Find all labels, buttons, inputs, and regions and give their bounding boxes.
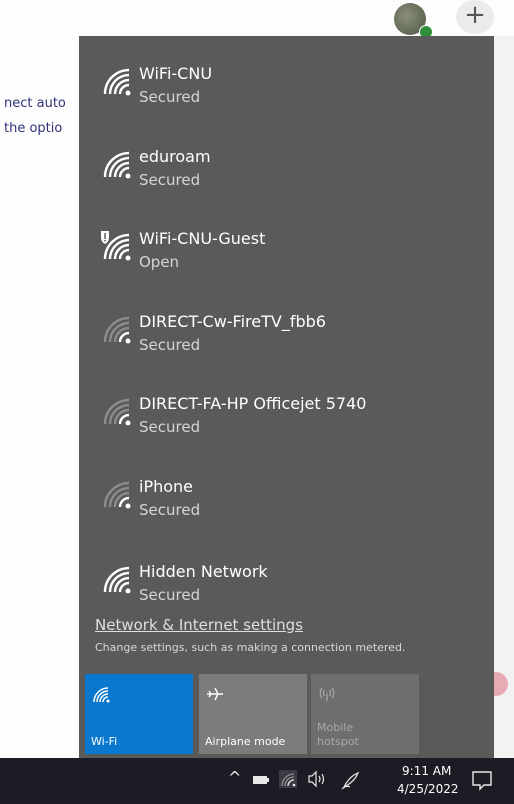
network-status: Open xyxy=(139,253,180,271)
network-name: DIRECT-FA-HP Officejet 5740 xyxy=(139,394,367,413)
network-status: Secured xyxy=(139,88,201,106)
network-settings-link[interactable]: Network & Internet settings xyxy=(95,616,303,634)
network-name: eduroam xyxy=(139,147,211,166)
wifi-weak-icon xyxy=(103,316,131,344)
mobile-hotspot-label-line1: Mobile xyxy=(317,721,354,734)
battery-icon[interactable] xyxy=(252,773,270,787)
network-tray-icon[interactable] xyxy=(279,770,297,788)
network-item-hidden-network[interactable]: Hidden Network Secured xyxy=(79,562,494,606)
network-list-scroll-edge: Hidden Network Secured xyxy=(79,556,494,606)
mobile-hotspot-label-line2: hotspot xyxy=(317,735,359,748)
notification-center-icon[interactable] xyxy=(470,768,494,792)
wifi-weak-icon xyxy=(103,481,131,509)
network-item-direct-fa-hp[interactable]: DIRECT-FA-HP Officejet 5740 Secured xyxy=(79,394,494,474)
wifi-icon xyxy=(103,151,131,179)
background-text-line-2: the optio xyxy=(4,121,63,136)
hotspot-icon xyxy=(319,687,335,701)
network-item-direct-cw-firetv[interactable]: DIRECT-Cw-FireTV_fbb6 Secured xyxy=(79,312,494,392)
network-name: iPhone xyxy=(139,477,194,496)
network-item-wifi-cnu[interactable]: WiFi-CNU Secured xyxy=(79,64,494,144)
network-status: Secured xyxy=(139,336,201,354)
wifi-icon xyxy=(103,566,131,594)
add-button[interactable]: + xyxy=(456,0,494,34)
network-name: Hidden Network xyxy=(139,562,268,581)
network-item-iphone[interactable]: iPhone Secured xyxy=(79,477,494,557)
network-settings-description: Change settings, such as making a connec… xyxy=(95,641,406,654)
network-status: Secured xyxy=(139,418,201,436)
airplane-mode-label: Airplane mode xyxy=(205,735,286,748)
network-item-wifi-cnu-guest[interactable]: WiFi-CNU-Guest Open xyxy=(79,229,494,309)
wifi-open-icon xyxy=(101,231,131,261)
background-text-line-1: nect auto xyxy=(4,96,66,111)
airplane-mode-button[interactable]: Airplane mode xyxy=(199,674,307,754)
wifi-toggle-label: Wi-Fi xyxy=(91,735,118,748)
network-status: Secured xyxy=(139,171,201,189)
network-status: Secured xyxy=(139,586,201,604)
wifi-weak-icon xyxy=(103,398,131,426)
network-name: DIRECT-Cw-FireTV_fbb6 xyxy=(139,312,326,331)
network-name: WiFi-CNU-Guest xyxy=(139,229,266,248)
mobile-hotspot-button[interactable]: Mobile hotspot xyxy=(311,674,419,754)
wifi-toggle-button[interactable]: Wi-Fi xyxy=(85,674,193,754)
volume-icon[interactable] xyxy=(307,770,327,788)
network-item-eduroam[interactable]: eduroam Secured xyxy=(79,147,494,227)
pen-icon[interactable] xyxy=(340,769,362,791)
network-name: WiFi-CNU xyxy=(139,64,213,83)
network-status: Secured xyxy=(139,501,201,519)
airplane-icon xyxy=(207,687,223,701)
background-page-edge xyxy=(494,36,514,758)
wifi-icon xyxy=(93,687,110,703)
wifi-icon xyxy=(103,68,131,96)
taskbar: ^ 9:11 AM 4/25/2022 xyxy=(0,758,514,804)
show-hidden-icons-chevron-icon[interactable]: ^ xyxy=(228,768,241,787)
network-flyout: WiFi-CNU Secured eduroam Secured WiFi-CN… xyxy=(79,36,494,758)
clock-time[interactable]: 9:11 AM xyxy=(402,764,451,778)
clock-date[interactable]: 4/25/2022 xyxy=(397,782,459,796)
